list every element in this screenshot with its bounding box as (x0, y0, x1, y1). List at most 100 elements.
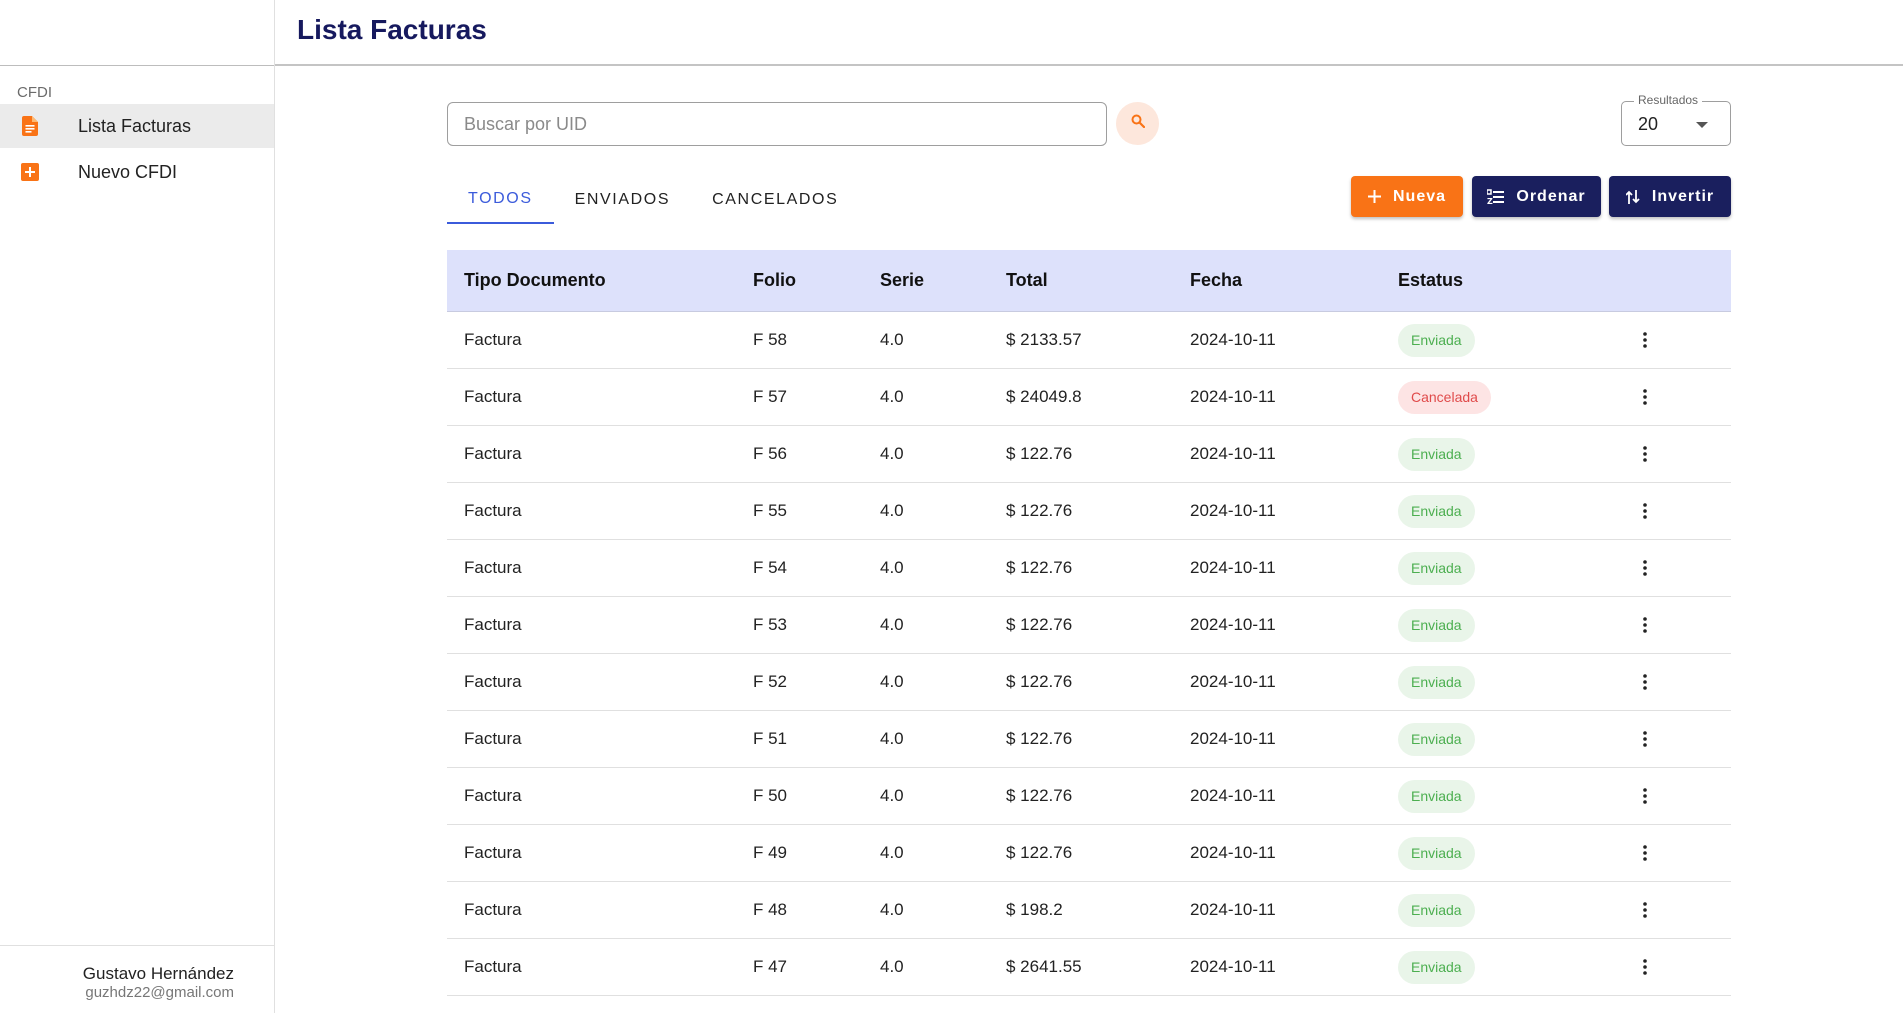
filter-tabs: TODOS ENVIADOS CANCELADOS (447, 176, 859, 224)
folio-cell: F 48 (753, 900, 788, 919)
table-row[interactable]: Factura F 52 4.0 $ 122.76 2024-10-11 Enviada (447, 654, 1731, 711)
total-cell: $ 122.76 (1006, 729, 1073, 748)
document-type-cell: Factura (464, 957, 522, 976)
table-row[interactable]: Factura F 50 4.0 $ 122.76 2024-10-11 Enviada (447, 768, 1731, 825)
table-body: Factura F 58 4.0 $ 2133.57 2024-10-11 Enviada… (447, 312, 1731, 996)
status-cell: Enviada (1398, 608, 1475, 642)
invoices-table: Tipo Documento Folio Serie Total Fecha E… (447, 250, 1731, 996)
document-type-cell: Factura (464, 558, 522, 577)
sidebar: CFDI Lista Facturas Nuevo CFDI Gustavo H… (0, 0, 275, 1013)
table-row[interactable]: Factura F 55 4.0 $ 122.76 2024-10-11 Enviada (447, 483, 1731, 540)
more-vert-icon[interactable] (1633, 613, 1657, 637)
document-type-cell: Factura (464, 672, 522, 691)
table-row[interactable]: Factura F 56 4.0 $ 122.76 2024-10-11 Enviada (447, 426, 1731, 483)
more-vert-icon[interactable] (1633, 898, 1657, 922)
sidebar-item-nuevo-cfdi[interactable]: Nuevo CFDI (0, 150, 274, 194)
folio-cell: F 49 (753, 843, 788, 862)
table-row[interactable]: Factura F 58 4.0 $ 2133.57 2024-10-11 Enviada (447, 312, 1731, 369)
folio-cell: F 54 (753, 558, 788, 577)
status-badge: Enviada (1398, 722, 1475, 756)
date-cell: 2024-10-11 (1190, 444, 1276, 463)
sidebar-section-title: CFDI (17, 84, 52, 101)
more-vert-icon[interactable] (1633, 556, 1657, 580)
status-cell: Enviada (1398, 323, 1475, 357)
document-type-cell: Factura (464, 900, 522, 919)
table-row[interactable]: Factura F 51 4.0 $ 122.76 2024-10-11 Enviada (447, 711, 1731, 768)
serie-cell: 4.0 (880, 501, 904, 520)
serie-cell: 4.0 (880, 672, 904, 691)
more-vert-icon[interactable] (1633, 784, 1657, 808)
search-input[interactable] (447, 102, 1107, 146)
more-vert-icon[interactable] (1633, 727, 1657, 751)
status-cell: Enviada (1398, 836, 1475, 870)
serie-cell: 4.0 (880, 330, 904, 349)
status-badge: Enviada (1398, 551, 1475, 585)
total-cell: $ 122.76 (1006, 672, 1073, 691)
column-header[interactable]: Serie (880, 270, 924, 291)
status-badge: Enviada (1398, 836, 1475, 870)
swap-vert-icon (1625, 189, 1640, 205)
folio-cell: F 50 (753, 786, 788, 805)
date-cell: 2024-10-11 (1190, 786, 1276, 805)
table-row[interactable]: Factura F 49 4.0 $ 122.76 2024-10-11 Enviada (447, 825, 1731, 882)
status-badge: Enviada (1398, 437, 1475, 471)
status-badge: Enviada (1398, 494, 1475, 528)
column-header[interactable]: Total (1006, 270, 1048, 291)
results-value: 20 (1638, 114, 1659, 134)
date-cell: 2024-10-11 (1190, 672, 1276, 691)
column-header[interactable]: Folio (753, 270, 796, 291)
status-badge: Enviada (1398, 779, 1475, 813)
sidebar-item-lista-facturas[interactable]: Lista Facturas (0, 104, 274, 148)
more-vert-icon[interactable] (1633, 442, 1657, 466)
more-vert-icon[interactable] (1633, 955, 1657, 979)
folio-cell: F 55 (753, 501, 788, 520)
serie-cell: 4.0 (880, 387, 904, 406)
table-row[interactable]: Factura F 57 4.0 $ 24049.8 2024-10-11 Cancela… (447, 369, 1731, 426)
column-header[interactable]: Estatus (1398, 270, 1463, 291)
more-vert-icon[interactable] (1633, 499, 1657, 523)
table-row[interactable]: Factura F 48 4.0 $ 198.2 2024-10-11 Enviada (447, 882, 1731, 939)
date-cell: 2024-10-11 (1190, 330, 1276, 349)
status-cell: Enviada (1398, 551, 1475, 585)
serie-cell: 4.0 (880, 558, 904, 577)
table-row[interactable]: Factura F 53 4.0 $ 122.76 2024-10-11 Enviada (447, 597, 1731, 654)
column-header[interactable]: Tipo Documento (464, 270, 606, 291)
svg-text:Z: Z (1487, 197, 1494, 205)
more-vert-icon[interactable] (1633, 670, 1657, 694)
document-icon (20, 115, 40, 137)
more-vert-icon[interactable] (1633, 841, 1657, 865)
status-badge: Enviada (1398, 323, 1475, 357)
new-invoice-button[interactable]: Nueva (1351, 176, 1463, 217)
table-row[interactable]: Factura F 47 4.0 $ 2641.55 2024-10-11 Enviada (447, 939, 1731, 996)
status-cell: Enviada (1398, 950, 1475, 984)
more-vert-icon[interactable] (1633, 328, 1657, 352)
total-cell: $ 2641.55 (1006, 957, 1082, 976)
column-header[interactable]: Fecha (1190, 270, 1242, 291)
document-type-cell: Factura (464, 843, 522, 862)
status-cell: Cancelada (1398, 380, 1491, 414)
serie-cell: 4.0 (880, 729, 904, 748)
sort-button[interactable]: Z Ordenar (1472, 176, 1601, 217)
top-bar: Lista Facturas (275, 0, 1903, 66)
tab-cancelados[interactable]: CANCELADOS (691, 176, 859, 224)
tab-todos[interactable]: TODOS (447, 176, 554, 224)
sidebar-header (0, 0, 274, 66)
tab-enviados[interactable]: ENVIADOS (554, 176, 692, 224)
table-header: Tipo Documento Folio Serie Total Fecha E… (447, 250, 1731, 312)
new-invoice-label: Nueva (1392, 187, 1447, 205)
invert-button[interactable]: Invertir (1609, 176, 1731, 217)
results-per-page-select[interactable]: Resultados 20 (1621, 93, 1731, 146)
total-cell: $ 24049.8 (1006, 387, 1082, 406)
total-cell: $ 122.76 (1006, 786, 1073, 805)
folio-cell: F 47 (753, 957, 788, 976)
search-button[interactable] (1116, 102, 1159, 145)
date-cell: 2024-10-11 (1190, 558, 1276, 577)
folio-cell: F 58 (753, 330, 788, 349)
date-cell: 2024-10-11 (1190, 957, 1276, 976)
more-vert-icon[interactable] (1633, 385, 1657, 409)
serie-cell: 4.0 (880, 900, 904, 919)
document-type-cell: Factura (464, 387, 522, 406)
user-email: guzhdz22@gmail.com (85, 984, 234, 1001)
status-badge: Enviada (1398, 608, 1475, 642)
table-row[interactable]: Factura F 54 4.0 $ 122.76 2024-10-11 Enviada (447, 540, 1731, 597)
